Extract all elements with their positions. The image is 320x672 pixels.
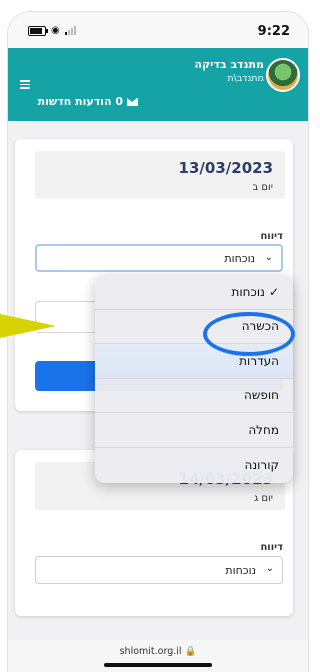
report-select-value: נוכחות <box>224 251 255 265</box>
envelope-icon <box>127 97 138 106</box>
option-label: מחלה <box>248 422 279 437</box>
pointer-arrow-annotation <box>0 314 56 338</box>
dropdown-option-sick[interactable]: מחלה <box>95 413 293 448</box>
signal-icon <box>64 26 76 35</box>
option-label: נוכחות <box>231 284 265 299</box>
chevron-down-icon: ⌄ <box>264 252 273 263</box>
highlight-circle-annotation <box>203 312 295 356</box>
option-label: קורונה <box>244 457 279 472</box>
user-role: מתנדב\ת <box>227 73 264 84</box>
weekday-label: יום ג <box>254 493 273 504</box>
dropdown-option-corona[interactable]: קורונה <box>95 448 293 483</box>
messages-label: 0 הודעות חדשות <box>37 95 123 108</box>
option-label: חופשה <box>244 388 279 403</box>
report-select[interactable]: נוכחות ⌄ <box>35 244 283 272</box>
date-box: 13/03/2023 יום ב <box>35 151 285 199</box>
weekday-label: יום ב <box>252 182 273 193</box>
browser-footer: shlomit.org.il 🔒 <box>8 640 308 672</box>
hamburger-menu-icon[interactable] <box>20 78 30 91</box>
dropdown-option-vacation[interactable]: חופשה <box>95 379 293 413</box>
user-name: מתנדב בדיקה <box>194 58 264 71</box>
report-dropdown-menu: נוכחות ✓ הכשרה העדרות חופשה מחלה קורונה <box>95 275 293 483</box>
messages-link[interactable]: 0 הודעות חדשות <box>38 95 138 108</box>
avatar[interactable] <box>266 58 300 92</box>
date-label: 13/03/2023 <box>178 159 273 177</box>
status-bar: ◉ 9:22 <box>8 12 308 48</box>
report-label: דיווח <box>260 231 283 242</box>
report-select[interactable]: נוכחות ⌄ <box>35 556 283 584</box>
status-icons: ◉ <box>28 25 76 36</box>
user-info: מתנדב בדיקה מתנדב\ת <box>194 58 264 84</box>
chevron-down-icon: ⌄ <box>265 563 274 574</box>
status-time: 9:22 <box>257 24 290 39</box>
dropdown-option-attendance[interactable]: נוכחות ✓ <box>95 275 293 310</box>
battery-icon <box>28 25 48 36</box>
report-label: דיווח <box>260 542 283 553</box>
domain-label: shlomit.org.il 🔒 <box>119 646 197 657</box>
app-header: מתנדב בדיקה מתנדב\ת 0 הודעות חדשות <box>8 48 308 121</box>
checkmark-icon: ✓ <box>268 284 279 299</box>
report-select-value: נוכחות <box>225 563 256 577</box>
home-indicator <box>104 663 212 667</box>
wifi-icon: ◉ <box>51 25 60 36</box>
